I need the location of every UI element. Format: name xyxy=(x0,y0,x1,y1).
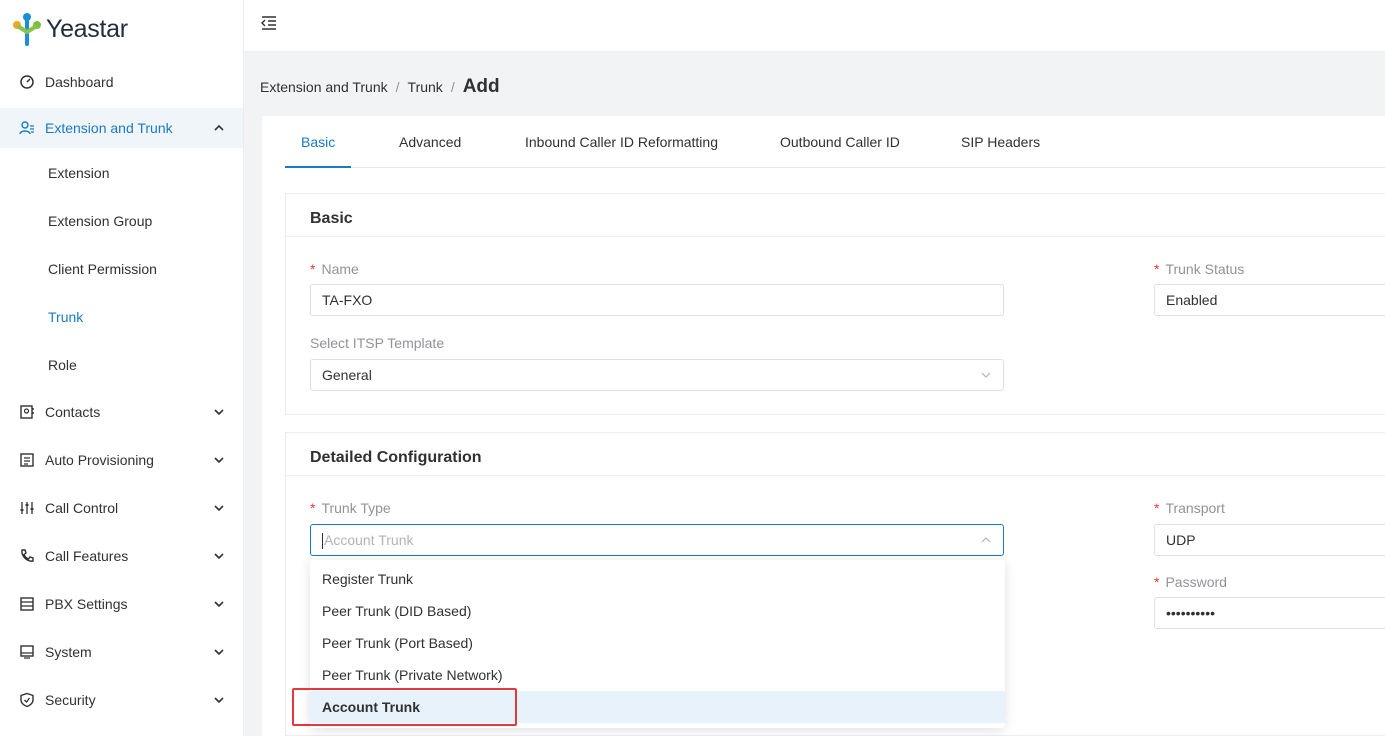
breadcrumb: Extension and Trunk / Trunk / Add xyxy=(260,76,500,98)
sidebar-item-label: System xyxy=(45,644,92,660)
active-tab-indicator xyxy=(285,166,351,168)
yeastar-logo[interactable]: Yeastar xyxy=(12,12,128,46)
trunk-status-label: * Trunk Status xyxy=(1154,261,1245,277)
chevron-down-icon xyxy=(214,553,224,560)
chevron-down-icon xyxy=(214,649,224,656)
chevron-up-icon xyxy=(214,124,224,131)
chevron-down-icon xyxy=(214,697,224,704)
phone-icon xyxy=(21,549,34,562)
shield-icon xyxy=(20,692,34,708)
basic-section-title: Basic xyxy=(310,210,353,227)
provisioning-icon xyxy=(20,453,34,467)
yeastar-logo-icon xyxy=(13,13,41,46)
settings-list-icon xyxy=(20,597,34,611)
chevron-down-icon xyxy=(214,409,224,416)
breadcrumb-separator: / xyxy=(450,79,455,95)
password-label: * Password xyxy=(1154,574,1227,590)
sidebar-subitem-extension[interactable]: Extension xyxy=(48,165,109,181)
users-icon xyxy=(19,121,34,135)
sidebar-item-auto-provisioning[interactable]: Auto Provisioning xyxy=(0,440,243,480)
sidebar-item-call-control[interactable]: Call Control xyxy=(0,488,243,528)
transport-label: * Transport xyxy=(1154,500,1225,516)
option-peer-trunk-did-based[interactable]: Peer Trunk (DID Based) xyxy=(310,595,1005,627)
sidebar-item-dashboard[interactable]: Dashboard xyxy=(0,62,243,102)
option-peer-trunk-port-based[interactable]: Peer Trunk (Port Based) xyxy=(310,627,1005,659)
sidebar-item-label: Call Control xyxy=(45,500,119,516)
dashboard-icon xyxy=(20,75,34,89)
breadcrumb-extension-and-trunk[interactable]: Extension and Trunk xyxy=(260,79,388,95)
sidebar-item-label: Security xyxy=(45,692,96,708)
divider xyxy=(286,475,1385,476)
chevron-down-icon xyxy=(214,457,224,464)
required-asterisk: * xyxy=(1154,261,1160,277)
sidebar-subitem-trunk[interactable]: Trunk xyxy=(48,309,83,325)
chevron-up-icon xyxy=(981,537,991,543)
sidebar-item-pbx-settings[interactable]: PBX Settings xyxy=(0,584,243,624)
tab-inbound-caller-id-reformatting[interactable]: Inbound Caller ID Reformatting xyxy=(525,134,718,150)
tab-advanced[interactable]: Advanced xyxy=(399,134,461,150)
brand-name: Yeastar xyxy=(46,14,128,43)
sidebar-item-label: Auto Provisioning xyxy=(45,452,154,468)
required-asterisk: * xyxy=(1154,500,1160,516)
name-label: * Name xyxy=(310,261,359,277)
chevron-down-icon xyxy=(214,505,224,512)
top-bar xyxy=(244,0,1385,52)
annotation-highlight-box xyxy=(292,688,517,726)
basic-card: Basic * Name TA-FXO * Trunk Status Enabled… xyxy=(285,193,1385,415)
sidebar: Yeastar Dashboard Extension and Trunk Ex… xyxy=(0,0,244,736)
breadcrumb-trunk[interactable]: Trunk xyxy=(408,79,443,95)
sidebar-item-label: Dashboard xyxy=(45,74,114,90)
sidebar-subitem-client-permission[interactable]: Client Permission xyxy=(48,261,157,277)
itsp-template-select[interactable]: General xyxy=(310,359,1004,391)
sidebar-subitem-extension-group[interactable]: Extension Group xyxy=(48,213,152,229)
sidebar-item-extension-and-trunk[interactable]: Extension and Trunk xyxy=(0,108,243,148)
trunk-type-placeholder: Account Trunk xyxy=(324,532,414,548)
password-input[interactable]: •••••••••• xyxy=(1154,597,1385,629)
sidebar-item-label: Contacts xyxy=(45,404,101,420)
sidebar-item-contacts[interactable]: Contacts xyxy=(0,392,243,432)
page-title: Add xyxy=(462,76,500,97)
sidebar-subitem-role[interactable]: Role xyxy=(48,357,77,373)
option-register-trunk[interactable]: Register Trunk xyxy=(310,563,1005,595)
breadcrumb-separator: / xyxy=(395,79,400,95)
sidebar-item-label: Call Features xyxy=(45,548,129,564)
trunk-type-label: * Trunk Type xyxy=(310,500,391,516)
sidebar-item-call-features[interactable]: Call Features xyxy=(0,536,243,576)
required-asterisk: * xyxy=(310,500,316,516)
itsp-template-value: General xyxy=(322,367,372,383)
collapse-menu-icon[interactable] xyxy=(260,14,278,32)
divider xyxy=(286,236,1385,237)
tab-basic[interactable]: Basic xyxy=(301,134,335,150)
text-cursor xyxy=(322,533,323,550)
sidebar-item-system[interactable]: System xyxy=(0,632,243,672)
tab-bar: Basic Advanced Inbound Caller ID Reforma… xyxy=(285,116,1385,168)
tab-sip-headers[interactable]: SIP Headers xyxy=(961,134,1040,150)
required-asterisk: * xyxy=(1154,574,1160,590)
sidebar-item-label: Extension and Trunk xyxy=(45,120,173,136)
trunk-status-select[interactable]: Enabled xyxy=(1154,284,1385,316)
tab-outbound-caller-id[interactable]: Outbound Caller ID xyxy=(780,134,900,150)
chevron-down-icon xyxy=(214,601,224,608)
itsp-template-label: Select ITSP Template xyxy=(310,335,445,351)
sliders-icon xyxy=(20,502,34,514)
sidebar-item-security[interactable]: Security xyxy=(0,680,243,720)
chevron-down-icon xyxy=(981,372,991,378)
required-asterisk: * xyxy=(310,261,316,277)
contacts-icon xyxy=(20,405,34,419)
trunk-type-select[interactable]: Account Trunk xyxy=(310,524,1004,556)
option-peer-trunk-private-network[interactable]: Peer Trunk (Private Network) xyxy=(310,659,1005,691)
name-input[interactable]: TA-FXO xyxy=(310,284,1004,316)
transport-select[interactable]: UDP xyxy=(1154,524,1385,556)
monitor-icon xyxy=(20,645,34,659)
detailed-section-title: Detailed Configuration xyxy=(310,449,482,466)
sidebar-item-label: PBX Settings xyxy=(45,596,128,612)
